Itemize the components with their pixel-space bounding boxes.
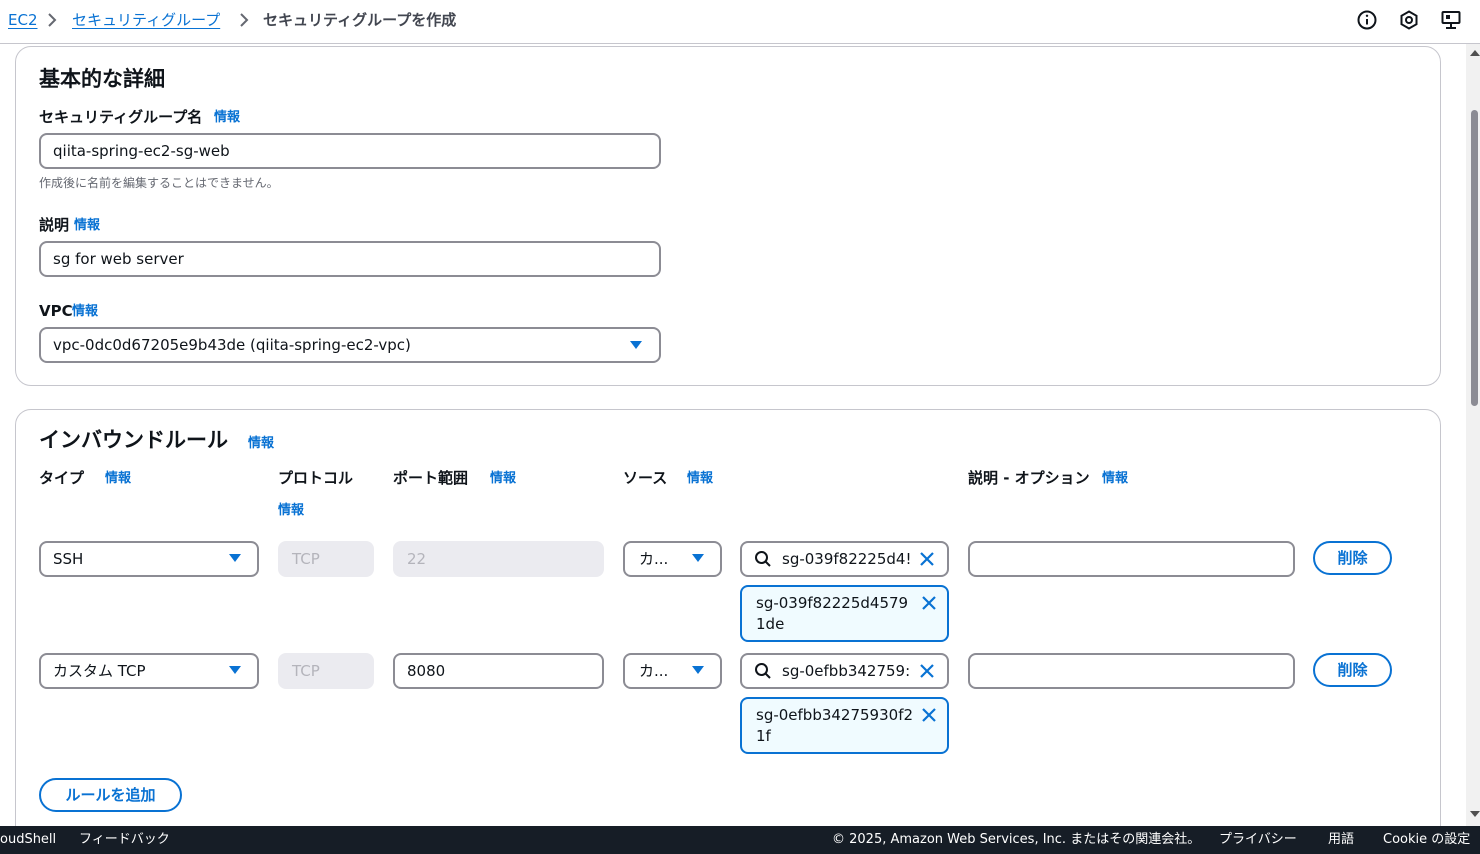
- terms-link[interactable]: 用語: [1328, 832, 1354, 848]
- rule-port-range-input[interactable]: 8080: [393, 653, 604, 689]
- scroll-up-arrow-icon[interactable]: [1470, 50, 1480, 56]
- inbound-rules-heading: インバウンドルール: [39, 428, 228, 452]
- description-label: 説明: [39, 216, 70, 234]
- rule-protocol-field: TCP: [278, 541, 374, 577]
- vpc-select[interactable]: vpc-0dc0d67205e9b43de (qiita-spring-ec2-…: [39, 327, 661, 363]
- basic-details-panel: 基本的な詳細 セキュリティグループ名 情報 qiita-spring-ec2-s…: [15, 46, 1441, 386]
- rule-description-input[interactable]: [968, 541, 1295, 577]
- rule-source-search-value: sg-0efbb342759:: [782, 662, 911, 680]
- privacy-link[interactable]: プライバシー: [1219, 832, 1297, 848]
- caret-down-icon: [229, 554, 241, 562]
- console-footer: oudShell フィードバック © 2025, Amazon Web Serv…: [0, 826, 1480, 854]
- dismiss-token-icon[interactable]: [921, 595, 937, 611]
- column-header-description: 説明 - オプション: [968, 469, 1090, 487]
- cloudshell-link[interactable]: oudShell: [0, 832, 56, 848]
- column-header-type: タイプ: [39, 469, 85, 487]
- cookie-settings-link[interactable]: Cookie の設定: [1383, 832, 1470, 848]
- caret-down-icon: [692, 554, 704, 562]
- rule-type-value: SSH: [53, 550, 84, 568]
- rule-type-value: カスタム TCP: [53, 662, 146, 680]
- inbound-rules-info-link[interactable]: 情報: [248, 435, 274, 453]
- caret-down-icon: [692, 666, 704, 674]
- feedback-link[interactable]: フィードバック: [79, 832, 170, 848]
- security-group-name-hint: 作成後に名前を編集することはできません。: [39, 176, 279, 190]
- description-optional-info-link[interactable]: 情報: [1102, 470, 1128, 488]
- vpc-info-link[interactable]: 情報: [72, 303, 98, 321]
- inbound-rules-panel: インバウンドルール 情報 タイプ 情報 プロトコル 情報 ポート範囲 情報 ソー…: [15, 409, 1441, 849]
- description-input[interactable]: sg for web server: [39, 241, 661, 277]
- scroll-down-arrow-icon[interactable]: [1470, 811, 1480, 817]
- search-icon: [755, 663, 771, 679]
- basic-details-heading: 基本的な詳細: [39, 67, 165, 91]
- rule-type-select[interactable]: SSH: [39, 541, 259, 577]
- scrollbar-thumb[interactable]: [1471, 110, 1478, 406]
- port-range-info-link[interactable]: 情報: [490, 470, 516, 488]
- rule-source-search-value: sg-039f82225d4!: [782, 550, 912, 568]
- delete-rule-button[interactable]: 削除: [1313, 653, 1392, 687]
- breadcrumb-security-groups-link[interactable]: セキュリティグループ: [72, 10, 220, 30]
- settings-hex-icon[interactable]: [1398, 9, 1420, 31]
- security-group-name-info-link[interactable]: 情報: [214, 109, 240, 127]
- source-token-label: sg-039f82225d45791de: [756, 594, 909, 633]
- create-security-group-page: EC2 セキュリティグループ セキュリティグループを作成 基本的な詳細 セキュリ…: [0, 0, 1480, 854]
- rule-source-type-select[interactable]: カ...: [623, 653, 722, 689]
- info-circle-icon[interactable]: [1356, 9, 1378, 31]
- rule-source-type-value: カ...: [639, 550, 669, 568]
- vpc-label: VPC: [39, 302, 73, 320]
- rule-type-select[interactable]: カスタム TCP: [39, 653, 259, 689]
- breadcrumb-current: セキュリティグループを作成: [263, 11, 457, 29]
- rule-source-type-select[interactable]: カ...: [623, 541, 722, 577]
- breadcrumb-bar: EC2 セキュリティグループ セキュリティグループを作成: [0, 0, 1480, 44]
- delete-rule-button[interactable]: 削除: [1313, 541, 1392, 575]
- description-info-link[interactable]: 情報: [74, 217, 100, 235]
- rule-source-type-value: カ...: [639, 662, 669, 680]
- source-token: sg-0efbb34275930f21f: [740, 697, 949, 754]
- dismiss-token-icon[interactable]: [921, 707, 937, 723]
- clear-search-icon[interactable]: [919, 663, 935, 679]
- rule-port-range-field: 22: [393, 541, 604, 577]
- rule-protocol-field: TCP: [278, 653, 374, 689]
- search-icon: [755, 551, 771, 567]
- type-info-link[interactable]: 情報: [105, 470, 131, 488]
- chevron-right-icon: [240, 13, 249, 27]
- caret-down-icon: [229, 666, 241, 674]
- column-header-port-range: ポート範囲: [393, 469, 469, 487]
- column-header-source: ソース: [623, 469, 668, 487]
- column-header-protocol: プロトコル: [278, 469, 354, 487]
- feedback-screen-icon[interactable]: [1440, 9, 1462, 31]
- clear-search-icon[interactable]: [919, 551, 935, 567]
- source-token-label: sg-0efbb34275930f21f: [756, 706, 914, 745]
- add-rule-button[interactable]: ルールを追加: [39, 778, 182, 812]
- security-group-name-label: セキュリティグループ名: [39, 108, 203, 126]
- source-info-link[interactable]: 情報: [687, 470, 713, 488]
- source-token: sg-039f82225d45791de: [740, 585, 949, 642]
- breadcrumb-ec2-link[interactable]: EC2: [8, 10, 38, 30]
- rule-description-input[interactable]: [968, 653, 1295, 689]
- security-group-name-input[interactable]: qiita-spring-ec2-sg-web: [39, 133, 661, 169]
- copyright-text: © 2025, Amazon Web Services, Inc. またはその関…: [832, 832, 1201, 847]
- vpc-select-value: vpc-0dc0d67205e9b43de (qiita-spring-ec2-…: [53, 336, 411, 354]
- caret-down-icon: [630, 341, 642, 349]
- chevron-right-icon: [48, 13, 57, 27]
- protocol-info-link[interactable]: 情報: [278, 502, 304, 520]
